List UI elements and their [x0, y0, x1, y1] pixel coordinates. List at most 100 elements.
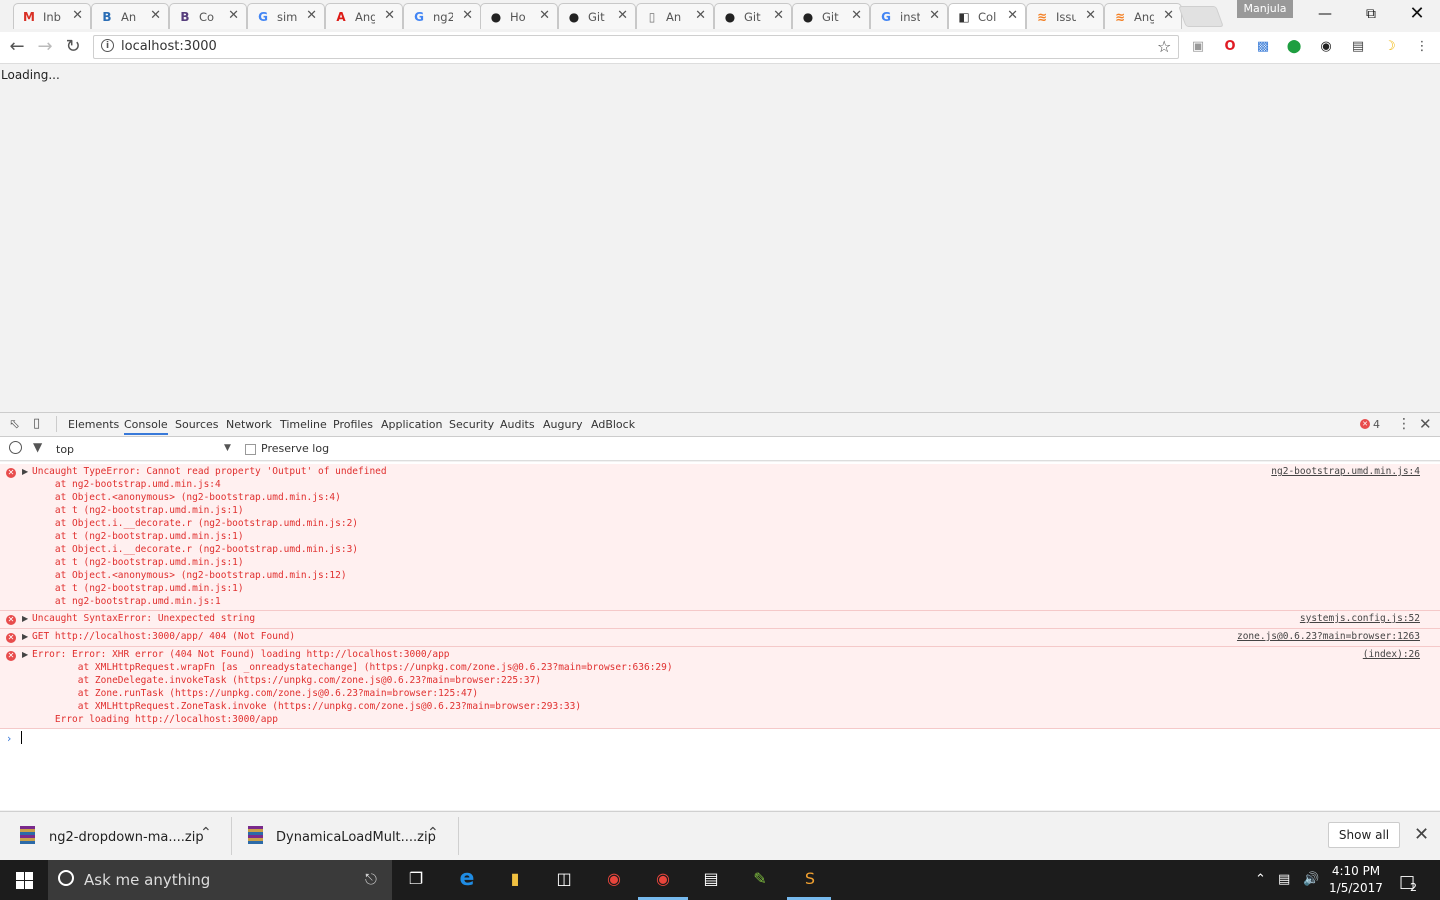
- devtools-tab-timeline[interactable]: Timeline: [280, 418, 327, 431]
- devtools-tab-profiles[interactable]: Profiles: [333, 418, 373, 431]
- error-count-icon[interactable]: ✕: [1360, 419, 1370, 429]
- inspect-element-icon[interactable]: ⬁: [9, 417, 20, 432]
- extension-dark-icon[interactable]: ◉: [1317, 38, 1335, 56]
- chevron-up-icon[interactable]: ⌃: [427, 825, 439, 841]
- url-text[interactable]: localhost:3000: [121, 39, 217, 54]
- browser-tab[interactable]: Gng2 ✕: [403, 3, 481, 29]
- devtools-tab-network[interactable]: Network: [226, 418, 272, 431]
- browser-tab[interactable]: ≋ Ang ✕: [1104, 3, 1182, 29]
- sublime-text-icon[interactable]: S: [797, 866, 823, 892]
- error-source-link[interactable]: (index):26: [1363, 649, 1420, 660]
- close-tab-icon[interactable]: ✕: [851, 8, 862, 23]
- error-source-link[interactable]: systemjs.config.js:52: [1300, 613, 1420, 624]
- chrome-icon[interactable]: ◉: [650, 866, 676, 892]
- clear-console-icon[interactable]: [9, 441, 22, 454]
- browser-tab[interactable]: B An ✕: [91, 3, 169, 29]
- menu-icon[interactable]: ⋮: [1413, 38, 1431, 56]
- console-error-message[interactable]: ✕ ▶ Uncaught TypeError: Cannot read proper…: [0, 464, 1440, 611]
- browser-tab[interactable]: Ginst ✕: [870, 3, 948, 29]
- close-tab-icon[interactable]: ✕: [462, 8, 473, 23]
- close-tab-icon[interactable]: ✕: [1085, 8, 1096, 23]
- expand-triangle-icon[interactable]: ▶: [22, 614, 28, 623]
- restore-button[interactable]: ⧉: [1348, 0, 1394, 30]
- close-tab-icon[interactable]: ✕: [384, 8, 395, 23]
- error-count[interactable]: 4: [1373, 418, 1380, 431]
- file-explorer-icon[interactable]: ▮: [502, 866, 528, 892]
- profile-button[interactable]: Manjula: [1237, 0, 1293, 18]
- close-tab-icon[interactable]: ✕: [1163, 8, 1174, 23]
- close-tab-icon[interactable]: ✕: [306, 8, 317, 23]
- moon-extension-icon[interactable]: ☽: [1381, 38, 1399, 56]
- close-tab-icon[interactable]: ✕: [617, 8, 628, 23]
- search-placeholder[interactable]: Ask me anything: [84, 871, 210, 889]
- expand-triangle-icon[interactable]: ▶: [22, 632, 28, 641]
- close-tab-icon[interactable]: ✕: [929, 8, 940, 23]
- preserve-log-checkbox[interactable]: [245, 444, 256, 455]
- context-dropdown-icon[interactable]: ▼: [224, 443, 231, 453]
- minimize-button[interactable]: —: [1302, 0, 1348, 30]
- opera-icon[interactable]: O: [1221, 38, 1239, 56]
- info-icon[interactable]: i: [101, 39, 114, 52]
- expand-triangle-icon[interactable]: ▶: [22, 650, 28, 659]
- cast-icon[interactable]: ▤: [1349, 38, 1367, 56]
- reload-icon[interactable]: ↻: [63, 36, 83, 58]
- edge-icon[interactable]: e: [454, 866, 480, 892]
- close-tab-icon[interactable]: ✕: [150, 8, 161, 23]
- volume-icon[interactable]: 🔊: [1303, 872, 1319, 887]
- close-tab-icon[interactable]: ✕: [1007, 8, 1018, 23]
- context-select[interactable]: top: [56, 443, 74, 456]
- close-tab-icon[interactable]: ✕: [539, 8, 550, 23]
- console-error-message[interactable]: ✕ ▶ GET http://localhost:3000/app/ 404 (No…: [0, 629, 1440, 647]
- show-all-button[interactable]: Show all: [1328, 822, 1400, 848]
- network-icon[interactable]: ▤: [1278, 872, 1290, 887]
- filter-icon[interactable]: ▼: [33, 440, 42, 454]
- translate-icon[interactable]: ▩: [1254, 38, 1272, 56]
- terminal-icon[interactable]: ▤: [698, 866, 724, 892]
- chrome-icon[interactable]: ◉: [601, 866, 627, 892]
- devtools-tab-sources[interactable]: Sources: [175, 418, 219, 431]
- error-source-link[interactable]: zone.js@0.6.23?main=browser:1263: [1237, 631, 1420, 642]
- browser-tab[interactable]: ▯ An ✕: [636, 3, 714, 29]
- browser-tab[interactable]: ● Git ✕: [714, 3, 792, 29]
- devtools-tab-console[interactable]: Console: [124, 418, 168, 435]
- error-source-link[interactable]: ng2-bootstrap.umd.min.js:4: [1271, 466, 1420, 477]
- chevron-up-icon[interactable]: ⌃: [1255, 872, 1266, 887]
- download-item[interactable]: ng2-dropdown-ma....zip ⌃: [0, 817, 232, 855]
- browser-tab[interactable]: A Ang ✕: [325, 3, 403, 29]
- close-tab-icon[interactable]: ✕: [695, 8, 706, 23]
- browser-tab[interactable]: ● Git ✕: [792, 3, 870, 29]
- close-tab-icon[interactable]: ✕: [228, 8, 239, 23]
- chevron-up-icon[interactable]: ⌃: [200, 825, 212, 841]
- camera-icon[interactable]: ▣: [1189, 38, 1207, 56]
- store-icon[interactable]: ◫: [551, 866, 577, 892]
- close-devtools-icon[interactable]: ✕: [1419, 415, 1432, 433]
- devtools-tab-augury[interactable]: Augury: [543, 418, 582, 431]
- cortana-icon[interactable]: [58, 870, 74, 886]
- task-view-icon[interactable]: ❐: [403, 866, 429, 892]
- close-tab-icon[interactable]: ✕: [72, 8, 83, 23]
- bookmark-star-icon[interactable]: ☆: [1157, 37, 1171, 56]
- close-window-button[interactable]: ✕: [1394, 0, 1440, 30]
- microphone-icon[interactable]: ⎋: [365, 870, 377, 888]
- browser-tab[interactable]: M Inb ✕: [13, 3, 91, 29]
- devtools-tab-audits[interactable]: Audits: [500, 418, 535, 431]
- new-tab-button[interactable]: [1178, 6, 1224, 27]
- browser-tab[interactable]: ● Ho ✕: [480, 3, 558, 29]
- notepad-plus-icon[interactable]: ✎: [747, 866, 773, 892]
- device-toolbar-icon[interactable]: ▯: [33, 416, 40, 431]
- browser-tab[interactable]: ◧ Col ✕: [948, 3, 1026, 29]
- devtools-tab-application[interactable]: Application: [381, 418, 442, 431]
- windows-start-icon[interactable]: [16, 872, 33, 889]
- devtools-tab-elements[interactable]: Elements: [68, 418, 119, 431]
- console-input[interactable]: [21, 731, 22, 744]
- expand-triangle-icon[interactable]: ▶: [22, 467, 28, 476]
- close-shelf-icon[interactable]: ✕: [1414, 824, 1429, 845]
- download-item[interactable]: DynamicaLoadMult....zip ⌃: [231, 817, 459, 855]
- devtools-tab-security[interactable]: Security: [449, 418, 494, 431]
- evernote-icon[interactable]: ⬤: [1285, 38, 1303, 56]
- devtools-tab-adblock[interactable]: AdBlock: [591, 418, 635, 431]
- address-bar[interactable]: [93, 35, 1179, 59]
- browser-tab[interactable]: ● Git ✕: [558, 3, 636, 29]
- console-error-message[interactable]: ✕ ▶ Uncaught SyntaxError: Unexpected strin…: [0, 611, 1440, 629]
- browser-tab[interactable]: ≋ Issu ✕: [1026, 3, 1104, 29]
